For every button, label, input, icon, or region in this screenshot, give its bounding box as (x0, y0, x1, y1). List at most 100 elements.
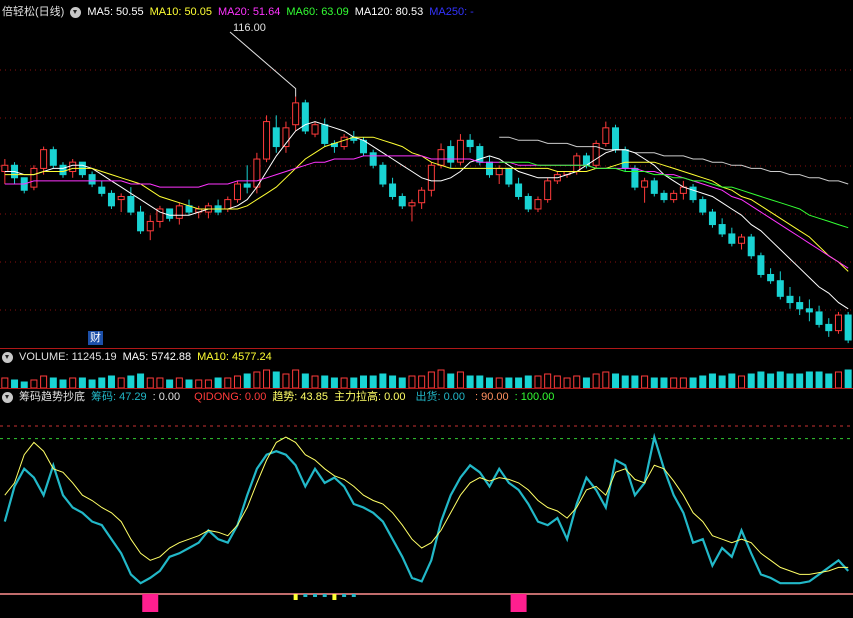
candle-15 (146, 215, 154, 241)
candle-body (146, 220, 154, 232)
candle-body (728, 233, 736, 244)
volume-bar-56 (544, 373, 552, 388)
volume-bar-11 (107, 375, 115, 388)
candle-39 (379, 162, 387, 188)
candle-body (805, 308, 813, 313)
candle-83 (805, 299, 813, 322)
candle-52 (505, 167, 513, 188)
candle-46 (447, 140, 455, 169)
volume-bar-26 (253, 371, 261, 388)
indicator-qidong: QIDONG: 0.00 (194, 391, 267, 403)
candle-body (408, 202, 416, 207)
candle-body (738, 236, 746, 244)
candle-body (321, 124, 329, 144)
signal-bar-1 (510, 594, 527, 612)
candle-12 (117, 193, 125, 213)
candle-body (495, 167, 503, 176)
volume-bar-14 (137, 373, 145, 388)
trend-tick-3 (342, 594, 347, 597)
indicator-panel-menu-icon[interactable] (2, 391, 13, 403)
volume-bar-79 (767, 373, 775, 388)
candle-body (59, 164, 67, 176)
volume-bar-45 (437, 369, 445, 388)
volume-bar-8 (78, 377, 86, 388)
candle-75 (728, 227, 736, 247)
volume-ma10: MA10: 4577.24 (197, 351, 272, 363)
ma120-legend: MA120: 80.53 (354, 6, 424, 18)
volume-legend: VOLUME: 11245.19 MA5: 5742.88 MA10: 4577… (0, 349, 272, 365)
candle-55 (534, 196, 542, 213)
candle-9 (88, 171, 96, 188)
candle-67 (650, 177, 658, 197)
price-marker-leader (229, 31, 297, 97)
ma20-legend: MA20: 51.64 (217, 6, 281, 18)
candle-body (49, 149, 57, 166)
volume-bar-39 (379, 373, 387, 388)
volume-bar-74 (718, 375, 726, 388)
volume-bar-68 (660, 377, 668, 388)
volume-bar-17 (166, 379, 174, 388)
indicator-chip: 筹码: 47.29 (91, 391, 147, 403)
candle-body (515, 183, 523, 197)
volume-bar-75 (728, 373, 736, 388)
volume-bar-44 (427, 371, 435, 388)
stock-name: 倍轻松(日线) (2, 6, 65, 18)
volume-bar-46 (447, 373, 455, 388)
candle-body (505, 167, 513, 185)
volume-panel-menu-icon[interactable] (2, 351, 13, 363)
candle-body (117, 195, 125, 201)
volume-bar-77 (747, 373, 755, 388)
volume-value: VOLUME: 11245.19 (19, 351, 117, 363)
volume-bar-50 (486, 377, 494, 388)
candle-54 (524, 193, 532, 213)
candle-74 (718, 218, 726, 238)
candle-70 (679, 180, 687, 200)
volume-bar-24 (233, 375, 241, 388)
candle-body (272, 127, 280, 148)
main-panel-menu-icon[interactable] (70, 6, 82, 18)
finance-badge[interactable]: 财 (88, 331, 103, 345)
candle-62 (602, 121, 610, 147)
candle-body (30, 167, 38, 188)
volume-bar-28 (272, 371, 280, 388)
price-chart[interactable] (0, 24, 853, 346)
candle-body (88, 174, 96, 185)
volume-bar-87 (844, 369, 852, 388)
volume-bar-62 (602, 371, 610, 388)
candle-31 (301, 99, 309, 135)
candle-22 (214, 199, 222, 216)
candle-body (98, 186, 106, 194)
candle-76 (738, 233, 746, 250)
volume-bar-22 (214, 377, 222, 388)
volume-bar-67 (650, 377, 658, 388)
candle-28 (272, 115, 280, 153)
candle-61 (592, 140, 600, 169)
volume-chart[interactable] (0, 366, 853, 388)
candle-body (466, 139, 474, 148)
candle-body (757, 255, 765, 275)
trend-tick-0 (303, 594, 308, 597)
candle-86 (834, 311, 842, 334)
volume-bar-16 (156, 377, 164, 388)
volume-bar-23 (224, 377, 232, 388)
volume-bar-10 (98, 377, 106, 388)
ma60-legend: MA60: 63.09 (286, 6, 349, 18)
volume-bar-58 (563, 377, 571, 388)
indicator-trend: 趋势: 43.85 (272, 391, 328, 403)
ma10-legend: MA10: 50.05 (149, 6, 212, 18)
candle-79 (767, 268, 775, 284)
candle-body (796, 302, 804, 310)
candle-34 (330, 140, 338, 153)
candle-body (844, 314, 852, 341)
volume-bar-37 (359, 375, 367, 388)
candle-43 (418, 187, 426, 209)
candle-87 (844, 311, 852, 344)
volume-bar-63 (612, 373, 620, 388)
candle-body (747, 236, 755, 257)
candle-body (369, 152, 377, 166)
indicator-chart[interactable] (0, 406, 853, 616)
indicator-legend: 筹码趋势抄底 筹码: 47.29 : 0.00 QIDONG: 0.00 趋势:… (0, 389, 554, 405)
candle-10 (98, 180, 106, 197)
volume-bar-48 (466, 375, 474, 388)
candle-66 (641, 177, 649, 203)
